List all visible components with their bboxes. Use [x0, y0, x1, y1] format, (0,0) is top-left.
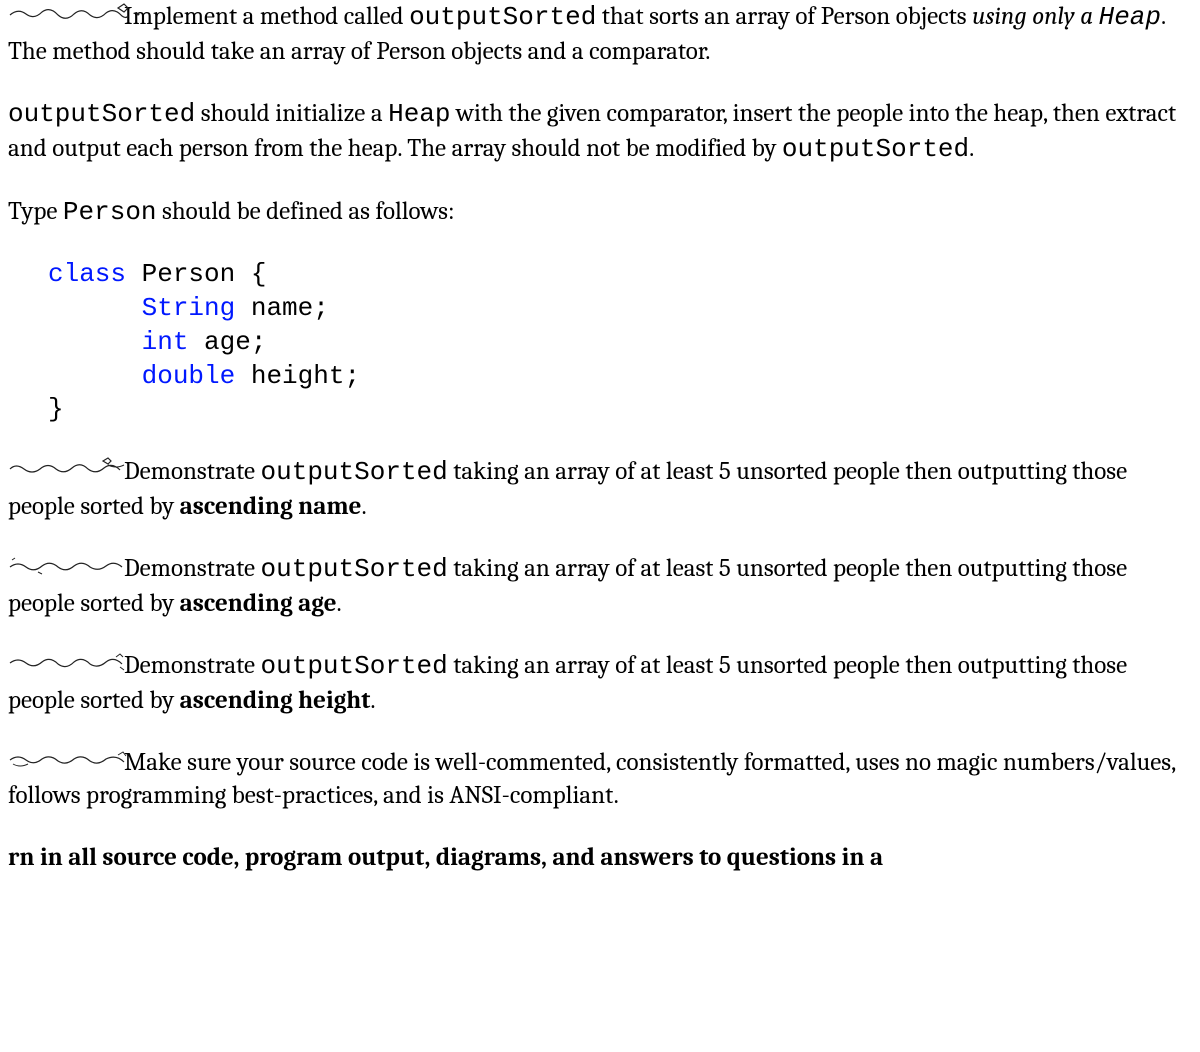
- text-bold: ascending age: [180, 589, 337, 618]
- code-indent: [48, 293, 142, 323]
- code-inline-italic: Heap: [1099, 2, 1161, 32]
- paragraph-2: outputSorted should initialize a Heap wi…: [8, 97, 1192, 167]
- text-bold: rn in all source code, program output, d…: [8, 843, 883, 872]
- text: should initialize a: [195, 99, 388, 128]
- code-text: Person {: [126, 259, 266, 289]
- text: Implement a method called: [124, 2, 409, 31]
- keyword-double: double: [142, 361, 236, 391]
- text-italic: using only a: [972, 2, 1098, 31]
- code-block-person: class Person { String name; int age; dou…: [48, 258, 1192, 427]
- code-inline: Person: [63, 197, 157, 227]
- keyword-string: String: [142, 293, 236, 323]
- text: that sorts an array of Person objects: [596, 2, 972, 31]
- text-bold: ascending name: [180, 492, 362, 521]
- paragraph-5: Demonstrate outputSorted taking an array…: [8, 552, 1192, 621]
- paragraph-8-cutoff: rn in all source code, program output, d…: [8, 841, 1192, 875]
- code-text: name;: [235, 293, 329, 323]
- code-inline: outputSorted: [8, 99, 195, 129]
- code-inline: outputSorted: [261, 554, 448, 584]
- text: .: [361, 492, 366, 521]
- code-inline: outputSorted: [261, 651, 448, 681]
- text-bold: ascending height: [180, 686, 371, 715]
- text: Type: [8, 197, 63, 226]
- redaction-mark: [8, 560, 118, 580]
- paragraph-4: Demonstrate outputSorted taking an array…: [8, 455, 1192, 524]
- code-inline: outputSorted: [261, 457, 448, 487]
- redaction-mark: [8, 8, 118, 28]
- text: .: [337, 589, 342, 618]
- text: Make sure your source code is well-comme…: [8, 748, 1175, 811]
- code-inline: Heap: [388, 99, 450, 129]
- code-inline: outputSorted: [782, 134, 969, 164]
- code-text: height;: [235, 361, 360, 391]
- text: .: [969, 134, 974, 163]
- paragraph-3: Type Person should be defined as follows…: [8, 195, 1192, 230]
- keyword-class: class: [48, 259, 126, 289]
- code-inline: outputSorted: [409, 2, 596, 32]
- code-indent: [48, 327, 142, 357]
- redaction-mark: [8, 463, 118, 483]
- code-indent: [48, 361, 142, 391]
- redaction-mark: [8, 657, 118, 677]
- text: .: [370, 686, 375, 715]
- paragraph-6: Demonstrate outputSorted taking an array…: [8, 649, 1192, 718]
- paragraph-7: Make sure your source code is well-comme…: [8, 746, 1192, 814]
- redaction-mark: [8, 754, 118, 774]
- paragraph-1: Implement a method called outputSorted t…: [8, 0, 1192, 69]
- code-text: age;: [188, 327, 266, 357]
- code-text: }: [48, 394, 64, 424]
- keyword-int: int: [142, 327, 189, 357]
- text: should be defined as follows:: [157, 197, 455, 226]
